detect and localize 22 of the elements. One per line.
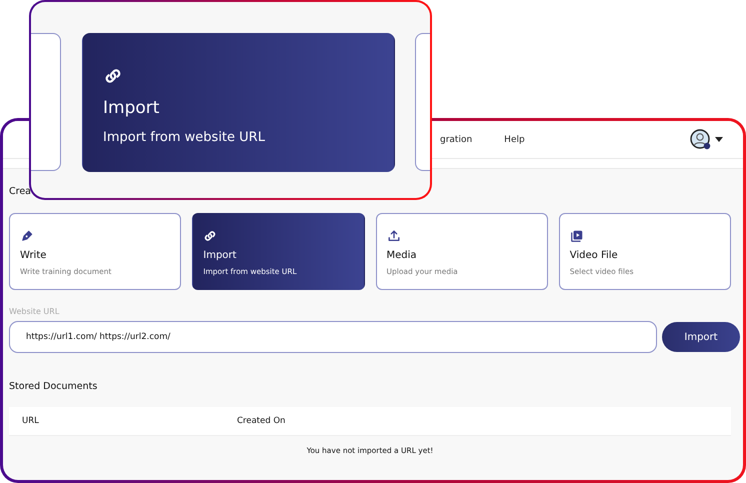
card-title: Import — [203, 250, 238, 261]
card-description: Import from website URL — [103, 130, 266, 145]
caret-icon[interactable] — [715, 136, 723, 142]
card-title: Import — [103, 98, 160, 118]
pen-icon — [20, 229, 34, 243]
field-label: Website URL — [9, 307, 60, 316]
section-heading: Stored Documents — [9, 381, 98, 392]
import-button[interactable]: Import — [662, 322, 740, 352]
video-icon — [570, 229, 584, 243]
column-header: URL — [21, 416, 40, 426]
section-heading: Crea — [9, 186, 32, 199]
nav-link[interactable]: gration — [440, 134, 472, 144]
nav-link[interactable]: Help — [504, 134, 525, 144]
avatar-icon[interactable] — [690, 128, 712, 150]
card-title: Video File — [570, 250, 619, 261]
url-input-field[interactable]: https://url1.com/ https://url2.com/ — [9, 321, 657, 353]
card-title: Media — [386, 250, 418, 261]
upload-icon — [386, 229, 400, 243]
link-icon — [203, 229, 218, 243]
source-card[interactable]: Import Import from website URL — [82, 33, 395, 172]
card-title: Write — [20, 250, 48, 261]
column-header: Created On — [237, 416, 286, 426]
